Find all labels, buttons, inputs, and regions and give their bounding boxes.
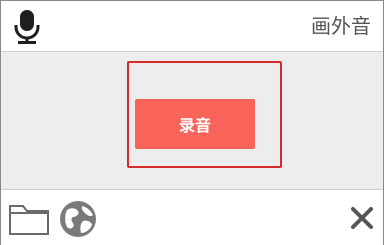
folder-icon[interactable] — [8, 200, 50, 236]
microphone-icon[interactable] — [13, 9, 41, 45]
record-button[interactable]: 录音 — [135, 99, 255, 149]
record-area: 录音 — [1, 52, 383, 189]
footer-bar — [1, 189, 383, 245]
globe-icon[interactable] — [58, 199, 98, 239]
header-bar: 画外音 — [1, 1, 383, 52]
panel-title: 画外音 — [311, 14, 371, 38]
voiceover-panel: 画外音 录音 — [0, 0, 384, 245]
close-icon[interactable] — [350, 206, 374, 230]
